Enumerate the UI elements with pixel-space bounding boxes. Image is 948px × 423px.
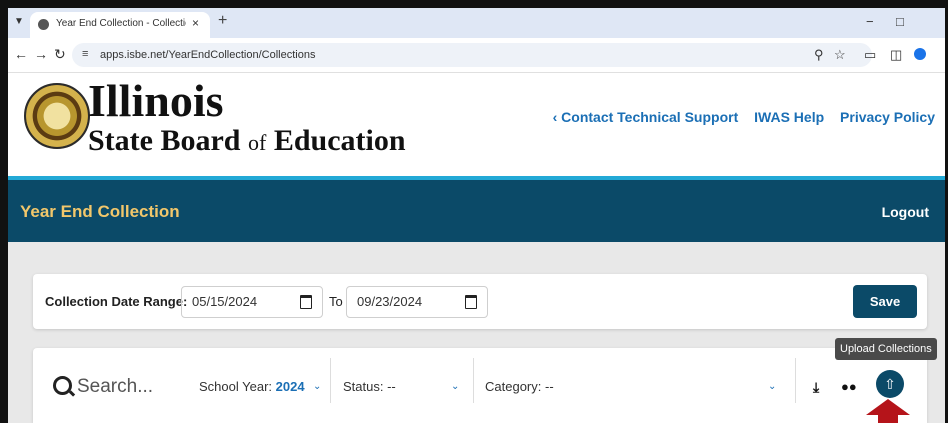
status-label: Status:: [343, 379, 384, 394]
favicon-icon: [38, 19, 49, 30]
logout-link[interactable]: Logout: [882, 204, 929, 220]
browser-address-bar: ← → ↻ ≡ apps.isbe.net/YearEndCollection/…: [8, 38, 945, 73]
url-field[interactable]: ≡ apps.isbe.net/YearEndCollection/Collec…: [72, 43, 872, 67]
logo-subtitle: State Board of Education: [88, 124, 406, 160]
window-frame-left: [0, 0, 8, 423]
main-content: Collection Date Range: 05/15/2024 To 09/…: [8, 242, 945, 423]
extensions-icon[interactable]: ▭: [864, 47, 876, 63]
end-date-value: 09/23/2024: [357, 294, 423, 309]
school-year-label: School Year:: [199, 379, 273, 394]
maximize-button[interactable]: □: [896, 14, 904, 29]
save-button[interactable]: Save: [853, 285, 917, 318]
window-frame-top: [0, 0, 948, 8]
logo-sub-of: of: [248, 130, 267, 155]
isbe-logo-text[interactable]: Illinois State Board of Education: [88, 78, 406, 160]
iwas-help-link[interactable]: IWAS Help: [754, 109, 824, 125]
search-input[interactable]: Search...: [77, 376, 153, 398]
divider: [473, 358, 474, 403]
category-filter[interactable]: Category: --: [485, 379, 554, 394]
start-date-value: 05/15/2024: [192, 294, 258, 309]
browser-tab[interactable]: Year End Collection - Collection ×: [30, 12, 210, 38]
users-icon[interactable]: ●●: [841, 379, 857, 394]
callout-arrow-stem: [878, 415, 898, 423]
status-value: --: [387, 379, 396, 394]
browser-tab-bar: ▼ Year End Collection - Collection × + −…: [8, 8, 945, 38]
state-seal-logo: [24, 83, 90, 149]
new-tab-button[interactable]: +: [218, 12, 227, 30]
contact-support-link[interactable]: ‹ Contact Technical Support: [553, 109, 739, 125]
minimize-button[interactable]: −: [866, 14, 874, 29]
school-year-value: 2024: [275, 379, 305, 394]
status-filter[interactable]: Status: --: [343, 379, 396, 394]
tab-close-icon[interactable]: ×: [192, 16, 199, 30]
privacy-policy-link[interactable]: Privacy Policy: [840, 109, 935, 125]
filter-card: Search... School Year: 2024 ⌄ Status: --…: [33, 348, 927, 423]
tab-title: Year End Collection - Collection: [56, 18, 186, 29]
site-header: Illinois State Board of Education ‹ Cont…: [8, 73, 945, 176]
divider: [795, 358, 796, 403]
download-icon[interactable]: ⤓: [813, 379, 819, 396]
logo-sub-1: State Board: [88, 124, 241, 157]
site-info-icon[interactable]: ≡: [82, 48, 88, 60]
header-links: ‹ Contact Technical Support IWAS Help Pr…: [541, 109, 935, 125]
bookmark-star-icon[interactable]: ☆: [834, 47, 846, 63]
forward-icon[interactable]: →: [34, 46, 48, 62]
logo-title: Illinois: [88, 75, 224, 126]
chevron-down-icon[interactable]: ⌄: [768, 381, 776, 392]
date-range-card: Collection Date Range: 05/15/2024 To 09/…: [33, 274, 927, 329]
to-label: To: [329, 294, 343, 309]
start-date-input[interactable]: 05/15/2024: [181, 286, 323, 318]
date-range-label: Collection Date Range:: [45, 294, 188, 309]
back-icon[interactable]: ←: [14, 46, 28, 62]
zoom-icon[interactable]: ⚲: [814, 47, 824, 63]
upload-collections-tooltip: Upload Collections: [835, 338, 937, 360]
end-date-input[interactable]: 09/23/2024: [346, 286, 488, 318]
reload-icon[interactable]: ↻: [54, 46, 66, 63]
divider: [330, 358, 331, 403]
category-value: --: [545, 379, 554, 394]
calendar-icon[interactable]: [465, 295, 477, 309]
side-panel-icon[interactable]: ◫: [890, 47, 902, 63]
url-text: apps.isbe.net/YearEndCollection/Collecti…: [100, 49, 316, 61]
chevron-down-icon[interactable]: ⌄: [313, 381, 321, 392]
calendar-icon[interactable]: [300, 295, 312, 309]
upload-icon[interactable]: ⇧: [876, 370, 904, 398]
school-year-filter[interactable]: School Year: 2024: [199, 379, 305, 394]
search-icon: [53, 376, 72, 395]
app-nav-bar: Year End Collection Logout: [8, 180, 945, 242]
callout-arrow: [866, 399, 910, 415]
profile-avatar-icon[interactable]: [914, 48, 926, 60]
logo-sub-2: Education: [273, 124, 406, 157]
chevron-down-icon[interactable]: ⌄: [451, 381, 459, 392]
tab-search-chevron-icon[interactable]: ▼: [14, 16, 24, 27]
app-title[interactable]: Year End Collection: [20, 202, 180, 222]
category-label: Category:: [485, 379, 542, 394]
